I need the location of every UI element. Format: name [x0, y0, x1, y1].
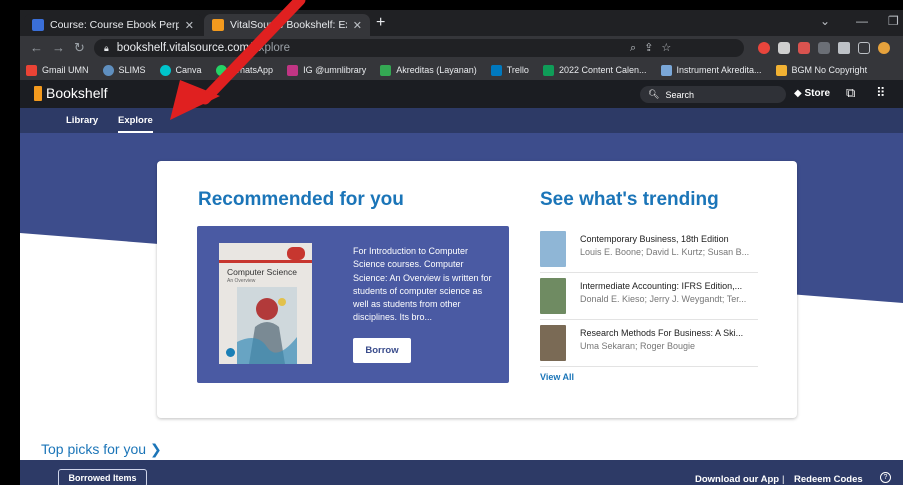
book-authors: Louis E. Boone; David L. Kurtz; Susan B.… [580, 247, 750, 257]
apps-grid-icon[interactable]: ⠿ [876, 85, 886, 101]
top-picks-heading[interactable]: Top picks for you ❯ [41, 441, 162, 458]
gmail-icon [26, 64, 37, 76]
tag-icon: ◆ [794, 88, 805, 99]
extension-icon[interactable] [798, 42, 810, 54]
book-title[interactable]: Research Methods For Business: A Ski... [580, 328, 758, 338]
footer-bar: Borrowed Items Download our App | Redeem… [20, 460, 903, 485]
bookmark-instrument[interactable]: Instrument Akredita... [660, 64, 762, 76]
store-link[interactable]: ◆ Store [794, 88, 830, 99]
extension-icon[interactable] [778, 42, 790, 54]
cover-stripe [219, 260, 312, 263]
borrowed-items-button[interactable]: Borrowed Items [58, 469, 147, 485]
lock-icon: 🔒︎ [104, 42, 109, 53]
list-item[interactable]: Intermediate Accounting: IFRS Edition,..… [540, 273, 758, 320]
minimize-icon[interactable]: — [856, 14, 868, 28]
book-thumbnail[interactable] [540, 278, 566, 314]
borrow-button[interactable]: Borrow [353, 338, 411, 363]
back-icon[interactable]: ← [30, 40, 43, 55]
bookshelf-favicon-icon [212, 19, 224, 31]
footer-separator: | [782, 474, 785, 485]
download-app-link[interactable]: Download our App [695, 474, 779, 485]
bookmark-instagram[interactable]: IG @umnlibrary [287, 64, 366, 76]
subnav: Library Explore [20, 108, 903, 133]
book-title[interactable]: Intermediate Accounting: IFRS Edition,..… [580, 281, 758, 291]
extension-icon[interactable] [758, 42, 770, 54]
book-title[interactable]: Contemporary Business, 18th Edition [580, 234, 758, 244]
bookmark-canva[interactable]: Canva [159, 64, 202, 76]
list-item[interactable]: Contemporary Business, 18th Edition Loui… [540, 226, 758, 273]
url-host: bookshelf.vitalsource.com [116, 42, 250, 54]
browser-tab-vitalsource[interactable]: VitalSource Bookshelf: Explore ✕ [204, 14, 370, 36]
bookmark-trello[interactable]: Trello [490, 64, 529, 76]
instagram-icon [287, 64, 299, 76]
url-path: /explore [249, 42, 291, 54]
tab-library[interactable]: Library [66, 115, 98, 126]
moodle-favicon-icon [32, 19, 44, 31]
avatar[interactable] [878, 42, 890, 54]
bookmark-slims[interactable]: SLIMS [102, 64, 146, 76]
bookshelf-header: Bookshelf 🔍︎ Search ◆ Store ⧉ ⠿ [20, 80, 903, 108]
book-authors: Uma Sekaran; Roger Bougie [580, 341, 696, 351]
extension-icon[interactable] [818, 42, 830, 54]
list-item[interactable]: Research Methods For Business: A Ski... … [540, 320, 758, 367]
search-icon: 🔍︎ [648, 89, 660, 99]
book-icon [34, 85, 42, 101]
cover-subtitle: An Overview [227, 278, 256, 284]
bookmarks-bar: Gmail UMN SLIMS Canva WhatsApp IG @umnli… [20, 60, 903, 80]
chevron-down-icon[interactable]: ⌄ [820, 14, 830, 28]
slims-icon [102, 64, 114, 76]
browser-tab-course[interactable]: Course: Course Ebook Perpus ✕ [24, 14, 202, 36]
drive-icon [380, 64, 392, 76]
bookshelf-logo[interactable]: Bookshelf [34, 85, 107, 101]
cover-title: Computer Science [227, 267, 297, 277]
tab-explore[interactable]: Explore [118, 115, 153, 133]
sheets-icon [542, 64, 554, 76]
tab-title: VitalSource Bookshelf: Explore [230, 19, 347, 31]
canva-icon [159, 64, 171, 76]
book-thumbnail[interactable] [540, 325, 566, 361]
explore-main: Recommended for you See what's trending … [20, 133, 903, 485]
bookmark-akreditas[interactable]: Akreditas (Layanan) [380, 64, 477, 76]
book-thumbnail[interactable] [540, 231, 566, 267]
doc-icon [660, 64, 672, 76]
search-input[interactable]: 🔍︎ Search [640, 86, 786, 103]
redeem-codes-link[interactable]: Redeem Codes [794, 474, 863, 485]
search-placeholder: Search [665, 89, 694, 100]
address-bar: ← → ↻ 🔒︎ bookshelf.vitalsource.com/explo… [20, 36, 903, 60]
book-cover[interactable]: Computer Science An Overview [219, 243, 312, 364]
brand-name: Bookshelf [46, 85, 108, 101]
whatsapp-icon [215, 64, 227, 76]
sidepanel-icon[interactable] [858, 42, 870, 54]
trending-heading: See what's trending [540, 189, 719, 210]
recommended-book: Computer Science An Overview For Introdu… [197, 226, 509, 383]
close-icon[interactable]: ✕ [185, 19, 194, 32]
bgm-icon [775, 64, 787, 76]
book-authors: Donald E. Kieso; Jerry J. Weygandt; Ter.… [580, 294, 747, 304]
tab-strip: Course: Course Ebook Perpus ✕ VitalSourc… [20, 10, 903, 36]
new-tab-icon[interactable]: + [376, 14, 385, 32]
book-description: For Introduction to Computer Science cou… [353, 246, 492, 323]
help-icon[interactable]: ? [880, 472, 891, 483]
tab-title: Course: Course Ebook Perpus [50, 19, 179, 31]
recommended-heading: Recommended for you [198, 189, 404, 210]
bookmark-bgm[interactable]: BGM No Copyright [775, 64, 867, 76]
reload-icon[interactable]: ↻ [74, 40, 85, 56]
edition-badge-icon [287, 247, 305, 260]
forward-icon[interactable]: → [52, 40, 65, 55]
trello-icon [490, 64, 502, 76]
restore-icon[interactable]: ❐ [888, 14, 899, 28]
puzzle-icon[interactable] [838, 42, 850, 54]
trending-list: Contemporary Business, 18th Edition Loui… [540, 226, 758, 367]
omnibox-actions-icon[interactable]: ⌕⇪☆ [630, 41, 679, 55]
bookmark-whatsapp[interactable]: WhatsApp [215, 64, 273, 76]
close-icon[interactable]: ✕ [353, 19, 362, 32]
publisher-logo-icon [226, 348, 235, 357]
bookmark-gmail[interactable]: Gmail UMN [26, 64, 89, 76]
redeem-icon[interactable]: ⧉ [846, 85, 855, 101]
bookmark-content-calendar[interactable]: 2022 Content Calen... [542, 64, 647, 76]
view-all-link[interactable]: View All [540, 372, 574, 382]
cover-art [237, 287, 297, 364]
browser-window: Course: Course Ebook Perpus ✕ VitalSourc… [20, 10, 903, 485]
featured-card: Recommended for you See what's trending … [157, 161, 797, 418]
